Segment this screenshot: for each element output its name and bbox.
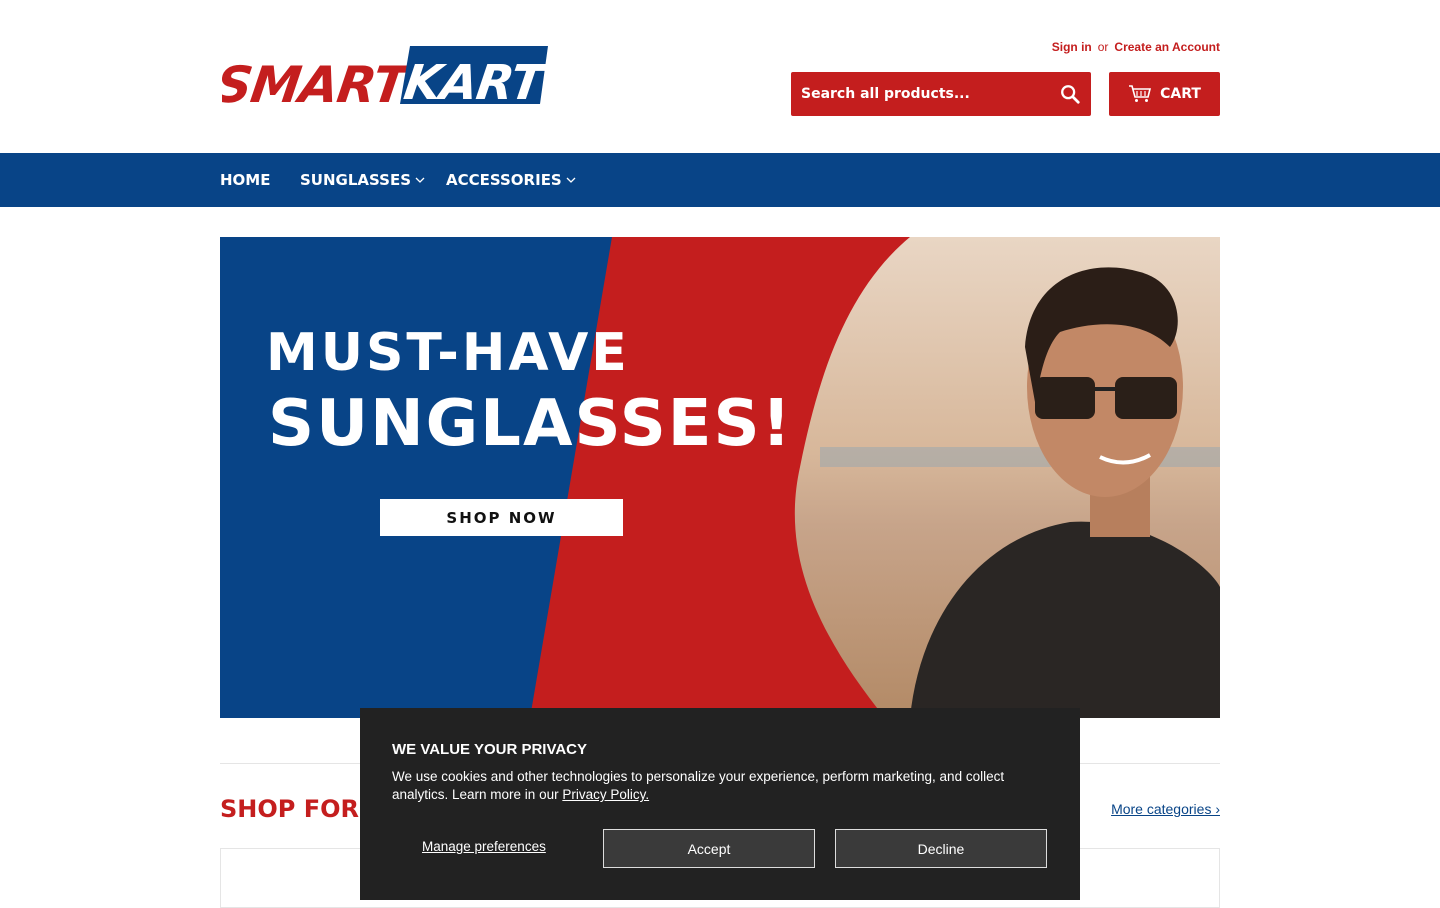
cookie-text: We use cookies and other technologies to…	[392, 768, 1052, 804]
hero-title-line2: SUNGLASSES!	[268, 387, 793, 461]
cookie-banner: WE VALUE YOUR PRIVACY We use cookies and…	[360, 708, 1080, 900]
svg-text:KART: KART	[401, 55, 550, 108]
account-links: Sign in or Create an Account	[1052, 40, 1220, 54]
chevron-down-icon	[415, 177, 425, 183]
main-nav: HOME SUNGLASSES ACCESSORIES	[0, 153, 1440, 207]
hero-title-line1: MUST-HAVE	[266, 323, 630, 383]
chevron-down-icon	[566, 177, 576, 183]
nav-item-home[interactable]: HOME	[220, 153, 270, 207]
cart-label: CART	[1160, 86, 1201, 102]
cookie-body: We use cookies and other technologies to…	[392, 769, 1005, 802]
cart-button[interactable]: CART	[1109, 72, 1220, 116]
or-text: or	[1097, 40, 1109, 54]
hero-banner[interactable]: MUST-HAVE SUNGLASSES! SHOP NOW	[220, 237, 1220, 718]
smartbuykart-logo[interactable]: SMARTBUY KART	[222, 44, 550, 108]
search-form	[791, 72, 1091, 116]
search-input[interactable]	[801, 72, 1041, 116]
nav-item-sunglasses[interactable]: SUNGLASSES	[300, 153, 425, 207]
nav-item-label: ACCESSORIES	[446, 171, 562, 189]
privacy-policy-link[interactable]: Privacy Policy.	[562, 787, 649, 802]
more-categories-link[interactable]: More categories ›	[1111, 801, 1220, 817]
nav-item-label: HOME	[220, 171, 271, 189]
nav-item-accessories[interactable]: ACCESSORIES	[446, 153, 576, 207]
search-icon[interactable]	[1059, 83, 1081, 105]
sign-in-link[interactable]: Sign in	[1052, 40, 1092, 54]
section-title: SHOP FOR	[220, 795, 359, 823]
decline-button[interactable]: Decline	[835, 829, 1047, 868]
cart-icon	[1129, 85, 1152, 102]
accept-button[interactable]: Accept	[603, 829, 815, 868]
cookie-title: WE VALUE YOUR PRIVACY	[392, 741, 588, 758]
site-header: SMARTBUY KART Sign in or Create an Account…	[0, 0, 1440, 153]
nav-item-label: SUNGLASSES	[300, 171, 411, 189]
hero-background	[220, 237, 1220, 718]
manage-preferences-link[interactable]: Manage preferences	[422, 839, 546, 854]
shop-now-button[interactable]: SHOP NOW	[380, 499, 623, 536]
create-account-link[interactable]: Create an Account	[1114, 40, 1220, 54]
